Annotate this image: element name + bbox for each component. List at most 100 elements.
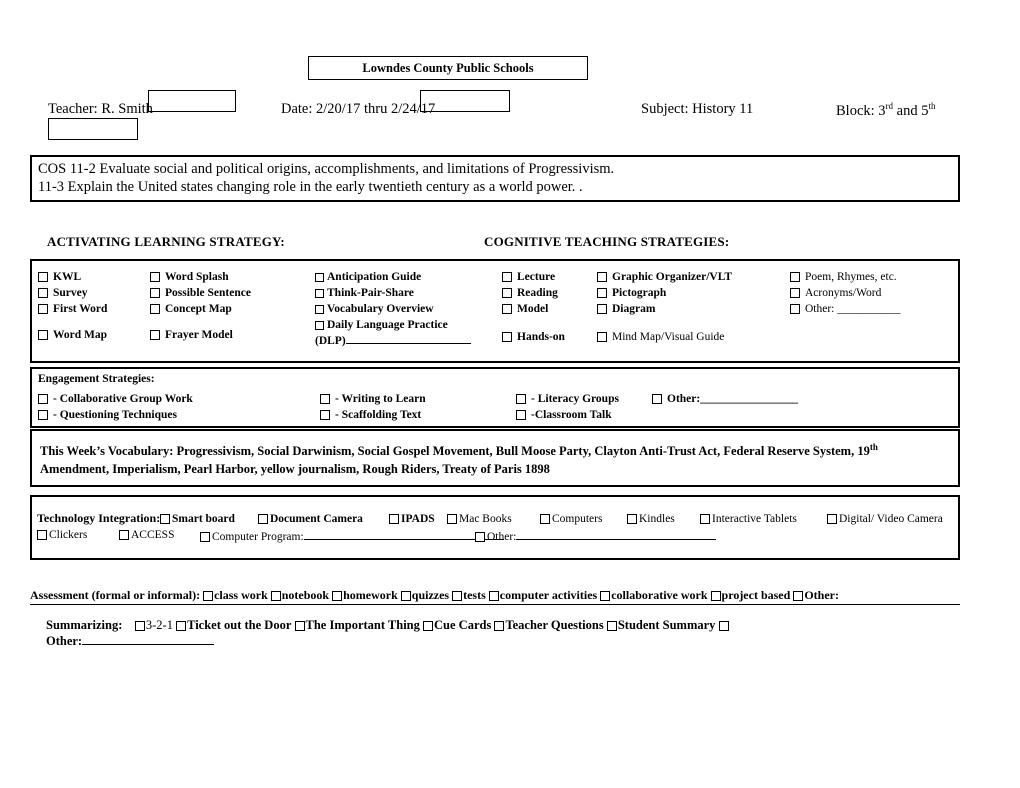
checkbox-item-the-important-thing[interactable]: The Important Thing <box>294 618 420 632</box>
checkbox-item-kindles[interactable]: Kindles <box>627 513 675 525</box>
checkbox-item-collaborative-group-work[interactable]: - Collaborative Group Work <box>38 393 193 405</box>
checkbox-item-mind-map[interactable]: Mind Map/Visual Guide <box>597 331 724 343</box>
checkbox-icon[interactable] <box>203 591 214 602</box>
checkbox-item-kwl[interactable]: KWL <box>38 271 81 283</box>
checkbox-icon[interactable] <box>718 621 729 632</box>
checkbox-icon[interactable] <box>38 410 48 421</box>
checkbox-item-pictograph[interactable]: Pictograph <box>597 287 666 299</box>
checkbox-icon[interactable] <box>320 394 330 405</box>
checkbox-item-writing-to-learn[interactable]: - Writing to Learn <box>320 393 426 405</box>
checkbox-item-cognitive-other[interactable]: Other: ___________ <box>790 303 901 315</box>
checkbox-item-scaffolding-text[interactable]: - Scaffolding Text <box>320 409 421 421</box>
checkbox-icon[interactable] <box>700 514 710 525</box>
checkbox-icon[interactable] <box>502 272 512 283</box>
checkbox-item-teacher-questions[interactable]: Teacher Questions <box>494 618 604 632</box>
blank-line[interactable] <box>345 333 471 344</box>
checkbox-icon[interactable] <box>452 591 463 602</box>
checkbox-item-engagement-other[interactable]: Other:_________________ <box>652 393 798 405</box>
checkbox-item-clickers[interactable]: Clickers <box>37 529 87 541</box>
checkbox-icon[interactable] <box>38 304 48 315</box>
blank-line[interactable] <box>516 529 717 540</box>
checkbox-item-notebook[interactable]: notebook <box>270 588 329 602</box>
checkbox-icon[interactable] <box>827 514 837 525</box>
checkbox-icon[interactable] <box>793 591 804 602</box>
checkbox-item-tests[interactable]: tests <box>452 588 486 602</box>
checkbox-item-acronyms-word[interactable]: Acronyms/Word <box>790 287 881 299</box>
checkbox-icon[interactable] <box>597 332 607 343</box>
checkbox-item-project-based[interactable]: project based <box>710 588 790 602</box>
checkbox-icon[interactable] <box>270 591 281 602</box>
checkbox-icon[interactable] <box>790 288 800 299</box>
checkbox-icon[interactable] <box>502 288 512 299</box>
checkbox-item-reading[interactable]: Reading <box>502 287 558 299</box>
checkbox-icon[interactable] <box>160 514 170 525</box>
checkbox-item-homework[interactable]: homework <box>332 588 398 602</box>
checkbox-item-anticipation-guide[interactable]: Anticipation Guide <box>315 271 421 283</box>
checkbox-icon[interactable] <box>294 621 305 632</box>
checkbox-icon[interactable] <box>119 530 129 541</box>
checkbox-item-graphic-organizer[interactable]: Graphic Organizer/VLT <box>597 271 732 283</box>
checkbox-item-computers[interactable]: Computers <box>540 513 602 525</box>
checkbox-icon[interactable] <box>502 332 512 343</box>
checkbox-item-frayer-model[interactable]: Frayer Model <box>150 329 233 341</box>
checkbox-icon[interactable] <box>315 304 324 314</box>
checkbox-item-student-summary[interactable]: Student Summary <box>606 618 715 632</box>
checkbox-icon[interactable] <box>200 532 210 543</box>
checkbox-icon[interactable] <box>597 304 607 315</box>
checkbox-item-diagram[interactable]: Diagram <box>597 303 655 315</box>
checkbox-icon[interactable] <box>597 288 607 299</box>
checkbox-icon[interactable] <box>447 514 457 525</box>
checkbox-item-smart-board[interactable]: Smart board <box>160 513 235 525</box>
checkbox-icon[interactable] <box>315 320 324 330</box>
checkbox-item-access[interactable]: ACCESS <box>119 529 174 541</box>
checkbox-item-quizzes[interactable]: quizzes <box>400 588 449 602</box>
checkbox-item-survey[interactable]: Survey <box>38 287 88 299</box>
checkbox-icon[interactable] <box>258 514 268 525</box>
dlp-blank[interactable]: (DLP) <box>315 333 471 347</box>
checkbox-icon[interactable] <box>150 304 160 315</box>
checkbox-icon[interactable] <box>315 288 324 298</box>
checkbox-icon[interactable] <box>134 621 145 632</box>
checkbox-item-model[interactable]: Model <box>502 303 548 315</box>
checkbox-icon[interactable] <box>176 621 187 632</box>
checkbox-icon[interactable] <box>315 272 324 282</box>
checkbox-icon[interactable] <box>320 410 330 421</box>
checkbox-item-class-work[interactable]: class work <box>203 588 268 602</box>
checkbox-item-3-2-1[interactable]: 3-2-1 <box>134 618 173 632</box>
checkbox-icon[interactable] <box>332 591 343 602</box>
checkbox-item-literacy-groups[interactable]: - Literacy Groups <box>516 393 619 405</box>
checkbox-icon[interactable] <box>790 304 800 315</box>
checkbox-item-collaborative-work[interactable]: collaborative work <box>600 588 708 602</box>
checkbox-item-think-pair-share[interactable]: Think-Pair-Share <box>315 287 414 299</box>
checkbox-icon[interactable] <box>597 272 607 283</box>
summarizing-other-blank[interactable] <box>82 634 215 645</box>
checkbox-icon[interactable] <box>600 591 611 602</box>
checkbox-icon[interactable] <box>790 272 800 283</box>
checkbox-item-assessment-other[interactable]: Other: <box>793 588 839 602</box>
checkbox-item-technology-other[interactable]: Other: <box>475 529 717 543</box>
checkbox-item-classroom-talk[interactable]: -Classroom Talk <box>516 409 612 421</box>
checkbox-icon[interactable] <box>38 394 48 405</box>
checkbox-item-ticket-out-the-door[interactable]: Ticket out the Door <box>176 618 291 632</box>
checkbox-item-lecture[interactable]: Lecture <box>502 271 555 283</box>
checkbox-item-hands-on[interactable]: Hands-on <box>502 331 565 343</box>
checkbox-icon[interactable] <box>389 514 399 525</box>
checkbox-icon[interactable] <box>652 394 662 405</box>
checkbox-icon[interactable] <box>475 532 485 543</box>
checkbox-icon[interactable] <box>710 591 721 602</box>
checkbox-icon[interactable] <box>38 272 48 283</box>
checkbox-item-ipads[interactable]: IPADS <box>389 513 435 525</box>
checkbox-item-document-camera[interactable]: Document Camera <box>258 513 363 525</box>
teacher-blank-field[interactable] <box>148 90 236 112</box>
checkbox-icon[interactable] <box>502 304 512 315</box>
checkbox-icon[interactable] <box>37 530 47 541</box>
checkbox-icon[interactable] <box>400 591 411 602</box>
checkbox-item-mac-books[interactable]: Mac Books <box>447 513 512 525</box>
checkbox-item-summarizing-extra[interactable] <box>718 618 730 632</box>
checkbox-item-first-word[interactable]: First Word <box>38 303 107 315</box>
checkbox-icon[interactable] <box>150 272 160 283</box>
checkbox-icon[interactable] <box>150 330 160 341</box>
checkbox-icon[interactable] <box>516 410 526 421</box>
checkbox-item-word-splash[interactable]: Word Splash <box>150 271 229 283</box>
checkbox-item-possible-sentence[interactable]: Possible Sentence <box>150 287 251 299</box>
